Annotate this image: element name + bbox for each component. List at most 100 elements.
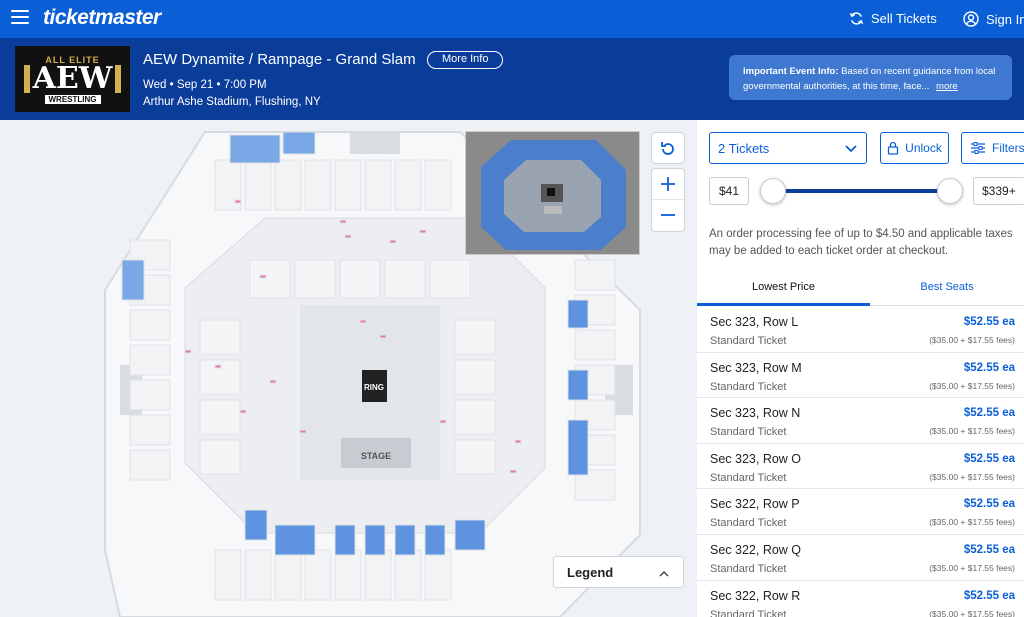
seat-section[interactable] bbox=[259, 274, 267, 279]
seat-section[interactable] bbox=[454, 439, 496, 475]
seat-section[interactable] bbox=[304, 549, 332, 601]
zoom-out-button[interactable] bbox=[652, 200, 684, 231]
tab-best-seats[interactable]: Best Seats bbox=[870, 272, 1024, 306]
lock-icon bbox=[888, 141, 899, 155]
listing-row[interactable]: Sec 322, Row R Standard Ticket $52.55 ea… bbox=[697, 581, 1024, 617]
sell-tickets-link[interactable]: Sell Tickets bbox=[849, 11, 937, 26]
seat-section[interactable] bbox=[429, 259, 471, 299]
seat-section[interactable] bbox=[339, 259, 381, 299]
price-min-field[interactable]: $41 bbox=[709, 177, 749, 205]
legend-toggle[interactable]: Legend bbox=[553, 556, 684, 588]
seat-section[interactable] bbox=[384, 259, 426, 299]
listing-row[interactable]: Sec 323, Row N Standard Ticket $52.55 ea… bbox=[697, 398, 1024, 444]
seat-section[interactable] bbox=[229, 134, 281, 164]
seat-section[interactable] bbox=[394, 524, 416, 556]
more-info-button[interactable]: More Info bbox=[427, 51, 504, 69]
listing-row[interactable]: Sec 323, Row L Standard Ticket $52.55 ea… bbox=[697, 307, 1024, 353]
chevron-down-icon bbox=[845, 145, 857, 153]
reset-map-button[interactable] bbox=[651, 132, 685, 164]
price-slider-min-handle[interactable] bbox=[760, 178, 786, 204]
seat-section[interactable] bbox=[214, 549, 242, 601]
seat-section[interactable] bbox=[364, 524, 386, 556]
seat-section[interactable] bbox=[394, 549, 422, 601]
seat-section[interactable] bbox=[199, 319, 241, 355]
seat-section[interactable] bbox=[244, 159, 272, 211]
listing-row[interactable]: Sec 323, Row M Standard Ticket $52.55 ea… bbox=[697, 353, 1024, 399]
seat-section[interactable] bbox=[244, 509, 268, 541]
seat-section[interactable] bbox=[334, 524, 356, 556]
seat-section[interactable] bbox=[509, 469, 517, 474]
zoom-in-button[interactable] bbox=[652, 169, 684, 200]
seat-section[interactable] bbox=[129, 414, 171, 446]
seat-section[interactable] bbox=[239, 409, 247, 414]
listing-row[interactable]: Sec 323, Row O Standard Ticket $52.55 ea… bbox=[697, 444, 1024, 490]
price-max-field[interactable]: $339+ bbox=[973, 177, 1024, 205]
seat-section[interactable] bbox=[274, 524, 316, 556]
seat-section[interactable] bbox=[419, 229, 427, 234]
sign-in-link[interactable]: Sign In bbox=[963, 11, 1024, 27]
seat-section[interactable] bbox=[282, 131, 316, 155]
seat-section[interactable] bbox=[424, 549, 452, 601]
menu-icon[interactable] bbox=[11, 10, 29, 24]
minimap[interactable] bbox=[465, 131, 640, 255]
filters-label: Filters bbox=[992, 141, 1024, 155]
seat-section[interactable] bbox=[129, 449, 171, 481]
seat-section[interactable] bbox=[129, 309, 171, 341]
ticket-quantity-select[interactable]: 2 Tickets bbox=[709, 132, 867, 164]
seat-section[interactable] bbox=[454, 319, 496, 355]
seat-section[interactable] bbox=[129, 344, 171, 376]
seat-section[interactable] bbox=[574, 259, 616, 291]
seat-section[interactable] bbox=[379, 334, 387, 339]
seat-section[interactable] bbox=[249, 259, 291, 299]
seat-section[interactable] bbox=[574, 329, 616, 361]
seat-section[interactable] bbox=[234, 199, 242, 204]
seat-section[interactable] bbox=[274, 549, 302, 601]
unlock-button[interactable]: Unlock bbox=[880, 132, 949, 164]
seat-section[interactable] bbox=[334, 549, 362, 601]
seat-section[interactable] bbox=[567, 299, 589, 329]
seat-section[interactable] bbox=[344, 234, 352, 239]
seat-section[interactable] bbox=[121, 259, 145, 301]
seat-section[interactable] bbox=[334, 159, 362, 211]
seat-section[interactable] bbox=[244, 549, 272, 601]
seat-section[interactable] bbox=[214, 364, 222, 369]
seat-section[interactable] bbox=[454, 359, 496, 395]
price-slider-track[interactable] bbox=[773, 189, 953, 193]
listing-price: $52.55 ea bbox=[963, 407, 1015, 420]
tab-lowest-price[interactable]: Lowest Price bbox=[697, 272, 870, 306]
listing-panel: 2 Tickets Unlock Filters $41 $339+ An or… bbox=[697, 120, 1024, 617]
seat-section[interactable] bbox=[567, 369, 589, 401]
seat-section[interactable] bbox=[389, 239, 397, 244]
seat-section[interactable] bbox=[514, 439, 522, 444]
seat-section[interactable] bbox=[304, 159, 332, 211]
seat-section[interactable] bbox=[129, 379, 171, 411]
seat-section[interactable] bbox=[364, 159, 392, 211]
important-info-box: Important Event Info: Based on recent gu… bbox=[729, 55, 1012, 100]
seat-section[interactable] bbox=[299, 429, 307, 434]
price-slider-max-handle[interactable] bbox=[937, 178, 963, 204]
seat-section[interactable] bbox=[454, 399, 496, 435]
seat-section[interactable] bbox=[199, 439, 241, 475]
seat-section[interactable] bbox=[439, 419, 447, 424]
seat-section[interactable] bbox=[274, 159, 302, 211]
important-more-link[interactable]: more bbox=[936, 81, 958, 92]
seat-section[interactable] bbox=[199, 399, 241, 435]
seat-section[interactable] bbox=[294, 259, 336, 299]
brand-logo[interactable]: ticketmaster bbox=[43, 6, 161, 30]
seat-section[interactable] bbox=[454, 519, 486, 551]
seat-section[interactable] bbox=[339, 219, 347, 224]
filters-button[interactable]: Filters bbox=[961, 132, 1024, 164]
seat-section[interactable] bbox=[394, 159, 422, 211]
seat-section[interactable] bbox=[424, 159, 452, 211]
seat-map[interactable]: RING STAGE Legend bbox=[0, 120, 697, 617]
listing-row[interactable]: Sec 322, Row Q Standard Ticket $52.55 ea… bbox=[697, 535, 1024, 581]
seat-section[interactable] bbox=[184, 349, 192, 354]
listing-row[interactable]: Sec 322, Row P Standard Ticket $52.55 ea… bbox=[697, 489, 1024, 535]
listing-fees: ($35.00 + $17.55 fees) bbox=[929, 335, 1015, 345]
seat-section[interactable] bbox=[364, 549, 392, 601]
stage-label: STAGE bbox=[361, 451, 391, 461]
seat-section[interactable] bbox=[424, 524, 446, 556]
seat-section[interactable] bbox=[567, 419, 589, 476]
seat-section[interactable] bbox=[269, 379, 277, 384]
seat-section[interactable] bbox=[359, 319, 367, 324]
